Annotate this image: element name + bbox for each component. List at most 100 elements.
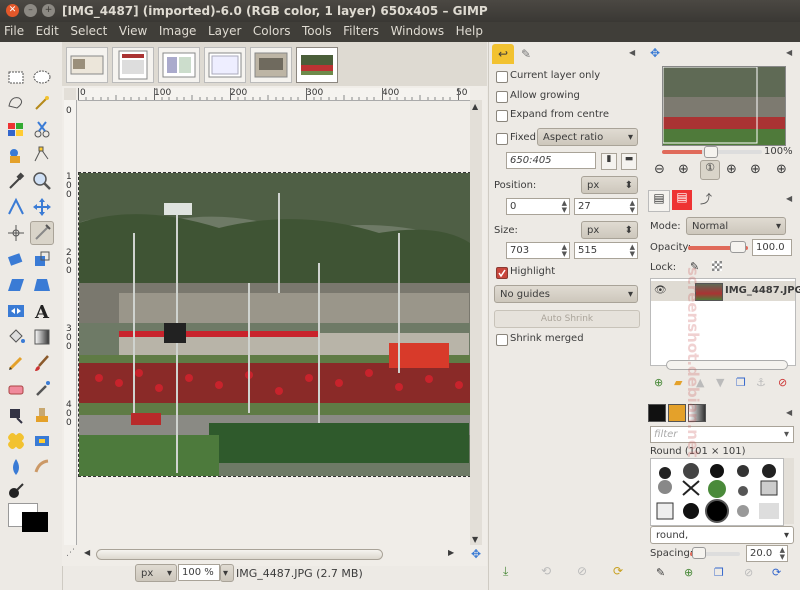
paths-tab-icon[interactable]: ⤴ — [696, 190, 716, 210]
menu-windows[interactable]: Windows — [387, 22, 449, 38]
menu-image[interactable]: Image — [155, 22, 201, 38]
delete-options-icon[interactable]: ⊘ — [577, 564, 587, 578]
horizontal-scrollbar[interactable]: ◀ ▶ — [84, 548, 456, 560]
brushes-menu-icon[interactable]: ◀ — [786, 408, 792, 417]
shrink-merged-checkbox[interactable] — [496, 334, 508, 346]
size-height-field[interactable]: 515 ▲ ▼ — [574, 242, 638, 259]
image-tab-4[interactable] — [204, 47, 246, 83]
duplicate-layer-icon[interactable]: ❐ — [736, 376, 746, 389]
horizontal-ruler[interactable]: 0 100 200 300 400 50 — [78, 88, 470, 101]
spacing-slider-handle[interactable] — [692, 547, 706, 559]
quick-mask-icon[interactable]: ⋰ — [66, 548, 75, 558]
brushes-tab-icon[interactable] — [648, 404, 666, 422]
background-color-swatch[interactable] — [22, 512, 48, 532]
align-icon[interactable] — [5, 222, 27, 244]
navigator-menu-icon[interactable]: ◀ — [786, 48, 792, 57]
image-tab-active[interactable] — [296, 47, 338, 83]
anchor-layer-icon[interactable]: ⚓ — [756, 376, 766, 389]
minimize-window-button[interactable]: – — [24, 4, 37, 17]
unit-select[interactable]: px ▾ — [135, 564, 177, 582]
position-x-field[interactable]: 0 ▲ ▼ — [506, 198, 570, 215]
lower-layer-icon[interactable]: ▼ — [716, 376, 724, 389]
restore-options-icon[interactable]: ⟲ — [541, 564, 551, 578]
rotate-icon[interactable] — [5, 248, 27, 270]
foreground-select-icon[interactable] — [5, 144, 27, 166]
position-unit-select[interactable]: px ⬍ — [581, 176, 638, 194]
brush-name-field[interactable]: round, ▾ — [650, 526, 794, 544]
zoom-fit-icon[interactable]: ⊕ — [726, 162, 737, 177]
free-select-icon[interactable] — [5, 92, 27, 114]
navigator-zoom-handle[interactable] — [704, 146, 718, 158]
move-icon[interactable] — [31, 196, 53, 218]
maximize-window-button[interactable]: + — [42, 4, 55, 17]
layers-menu-icon[interactable]: ◀ — [786, 194, 792, 203]
menu-filters[interactable]: Filters — [339, 22, 383, 38]
opacity-slider-handle[interactable] — [730, 241, 746, 253]
zoom-one-to-one-icon[interactable]: ① — [700, 160, 720, 180]
layer-visibility-eye-icon[interactable]: 👁 — [654, 285, 667, 296]
fixed-checkbox[interactable] — [496, 133, 508, 145]
delete-layer-icon[interactable]: ⊘ — [778, 376, 787, 389]
device-status-tab-icon[interactable]: ✎ — [516, 44, 536, 64]
blur-icon[interactable] — [5, 456, 27, 478]
auto-shrink-button[interactable]: Auto Shrink — [494, 310, 640, 328]
panel-menu-icon[interactable]: ◀ — [629, 48, 635, 57]
edit-brush-icon[interactable]: ✎ — [656, 566, 665, 579]
menu-select[interactable]: Select — [66, 22, 111, 38]
navigator-preview[interactable] — [662, 66, 786, 146]
size-width-field[interactable]: 703 ▲ ▼ — [506, 242, 570, 259]
perspective-clone-icon[interactable] — [31, 430, 53, 452]
navigate-icon[interactable]: ✥ — [471, 547, 481, 561]
paintbrush-icon[interactable] — [31, 352, 53, 374]
brush-grid-scrollbar[interactable] — [784, 458, 794, 524]
current-layer-only-checkbox[interactable] — [496, 71, 508, 83]
brush-filter-input[interactable]: filter ▾ — [650, 426, 794, 443]
opacity-field[interactable]: 100.0 — [752, 239, 792, 256]
bucket-fill-icon[interactable] — [5, 326, 27, 348]
scissors-select-icon[interactable] — [31, 118, 53, 140]
new-brush-icon[interactable]: ⊕ — [684, 566, 693, 579]
smudge-icon[interactable] — [31, 456, 53, 478]
zoom-icon[interactable] — [31, 170, 53, 192]
scroll-right-arrow-icon[interactable]: ▶ — [448, 548, 454, 557]
brush-grid[interactable] — [650, 458, 784, 526]
mode-select[interactable]: Normal ▾ — [686, 217, 786, 235]
zoom-entry[interactable]: 100 % — [178, 564, 220, 581]
scroll-down-arrow-icon[interactable]: ▼ — [472, 535, 478, 544]
ruler-corner[interactable] — [64, 88, 76, 100]
delete-brush-icon[interactable]: ⊘ — [744, 566, 753, 579]
scale-icon[interactable] — [31, 248, 53, 270]
menu-file[interactable]: File — [0, 22, 28, 38]
landscape-icon[interactable]: ▬ — [621, 153, 637, 170]
ink-icon[interactable] — [5, 404, 27, 426]
zoom-out-icon[interactable]: ⊖ — [654, 162, 665, 177]
scroll-left-arrow-icon[interactable]: ◀ — [84, 548, 90, 557]
navigator-tab-icon[interactable]: ✥ — [650, 46, 660, 60]
spacing-field[interactable]: 20.0 ▲ ▼ — [746, 545, 788, 562]
eraser-icon[interactable] — [5, 378, 27, 400]
heal-icon[interactable] — [5, 430, 27, 452]
perspective-icon[interactable] — [31, 274, 53, 296]
reset-options-icon[interactable]: ⟳ — [613, 564, 623, 578]
image-tab-5[interactable] — [250, 47, 292, 83]
clone-icon[interactable] — [31, 404, 53, 426]
duplicate-brush-icon[interactable]: ❐ — [714, 566, 724, 579]
ellipse-select-icon[interactable] — [31, 66, 53, 88]
channels-tab-icon[interactable]: ▤ — [672, 190, 692, 210]
scroll-up-arrow-icon[interactable]: ▲ — [472, 102, 478, 111]
crop-icon[interactable] — [30, 221, 54, 245]
allow-growing-checkbox[interactable] — [496, 91, 508, 103]
zoom-dropdown[interactable]: ▾ — [220, 564, 234, 582]
image-tab-1[interactable] — [66, 47, 108, 83]
flip-icon[interactable] — [5, 300, 27, 322]
expand-from-centre-checkbox[interactable] — [496, 110, 508, 122]
layers-tab-icon[interactable]: ▤ — [648, 190, 670, 212]
highlight-checkbox[interactable] — [496, 267, 508, 279]
vertical-ruler[interactable]: 0 1 0 0 2 0 0 3 0 0 4 0 0 — [64, 100, 77, 545]
dodge-burn-icon[interactable] — [5, 480, 27, 502]
size-unit-select[interactable]: px ⬍ — [581, 221, 638, 239]
measure-icon[interactable] — [5, 196, 27, 218]
tool-options-tab[interactable]: ↩ — [492, 44, 514, 64]
image-tab-2[interactable] — [112, 47, 154, 83]
paths-icon[interactable] — [31, 144, 53, 166]
